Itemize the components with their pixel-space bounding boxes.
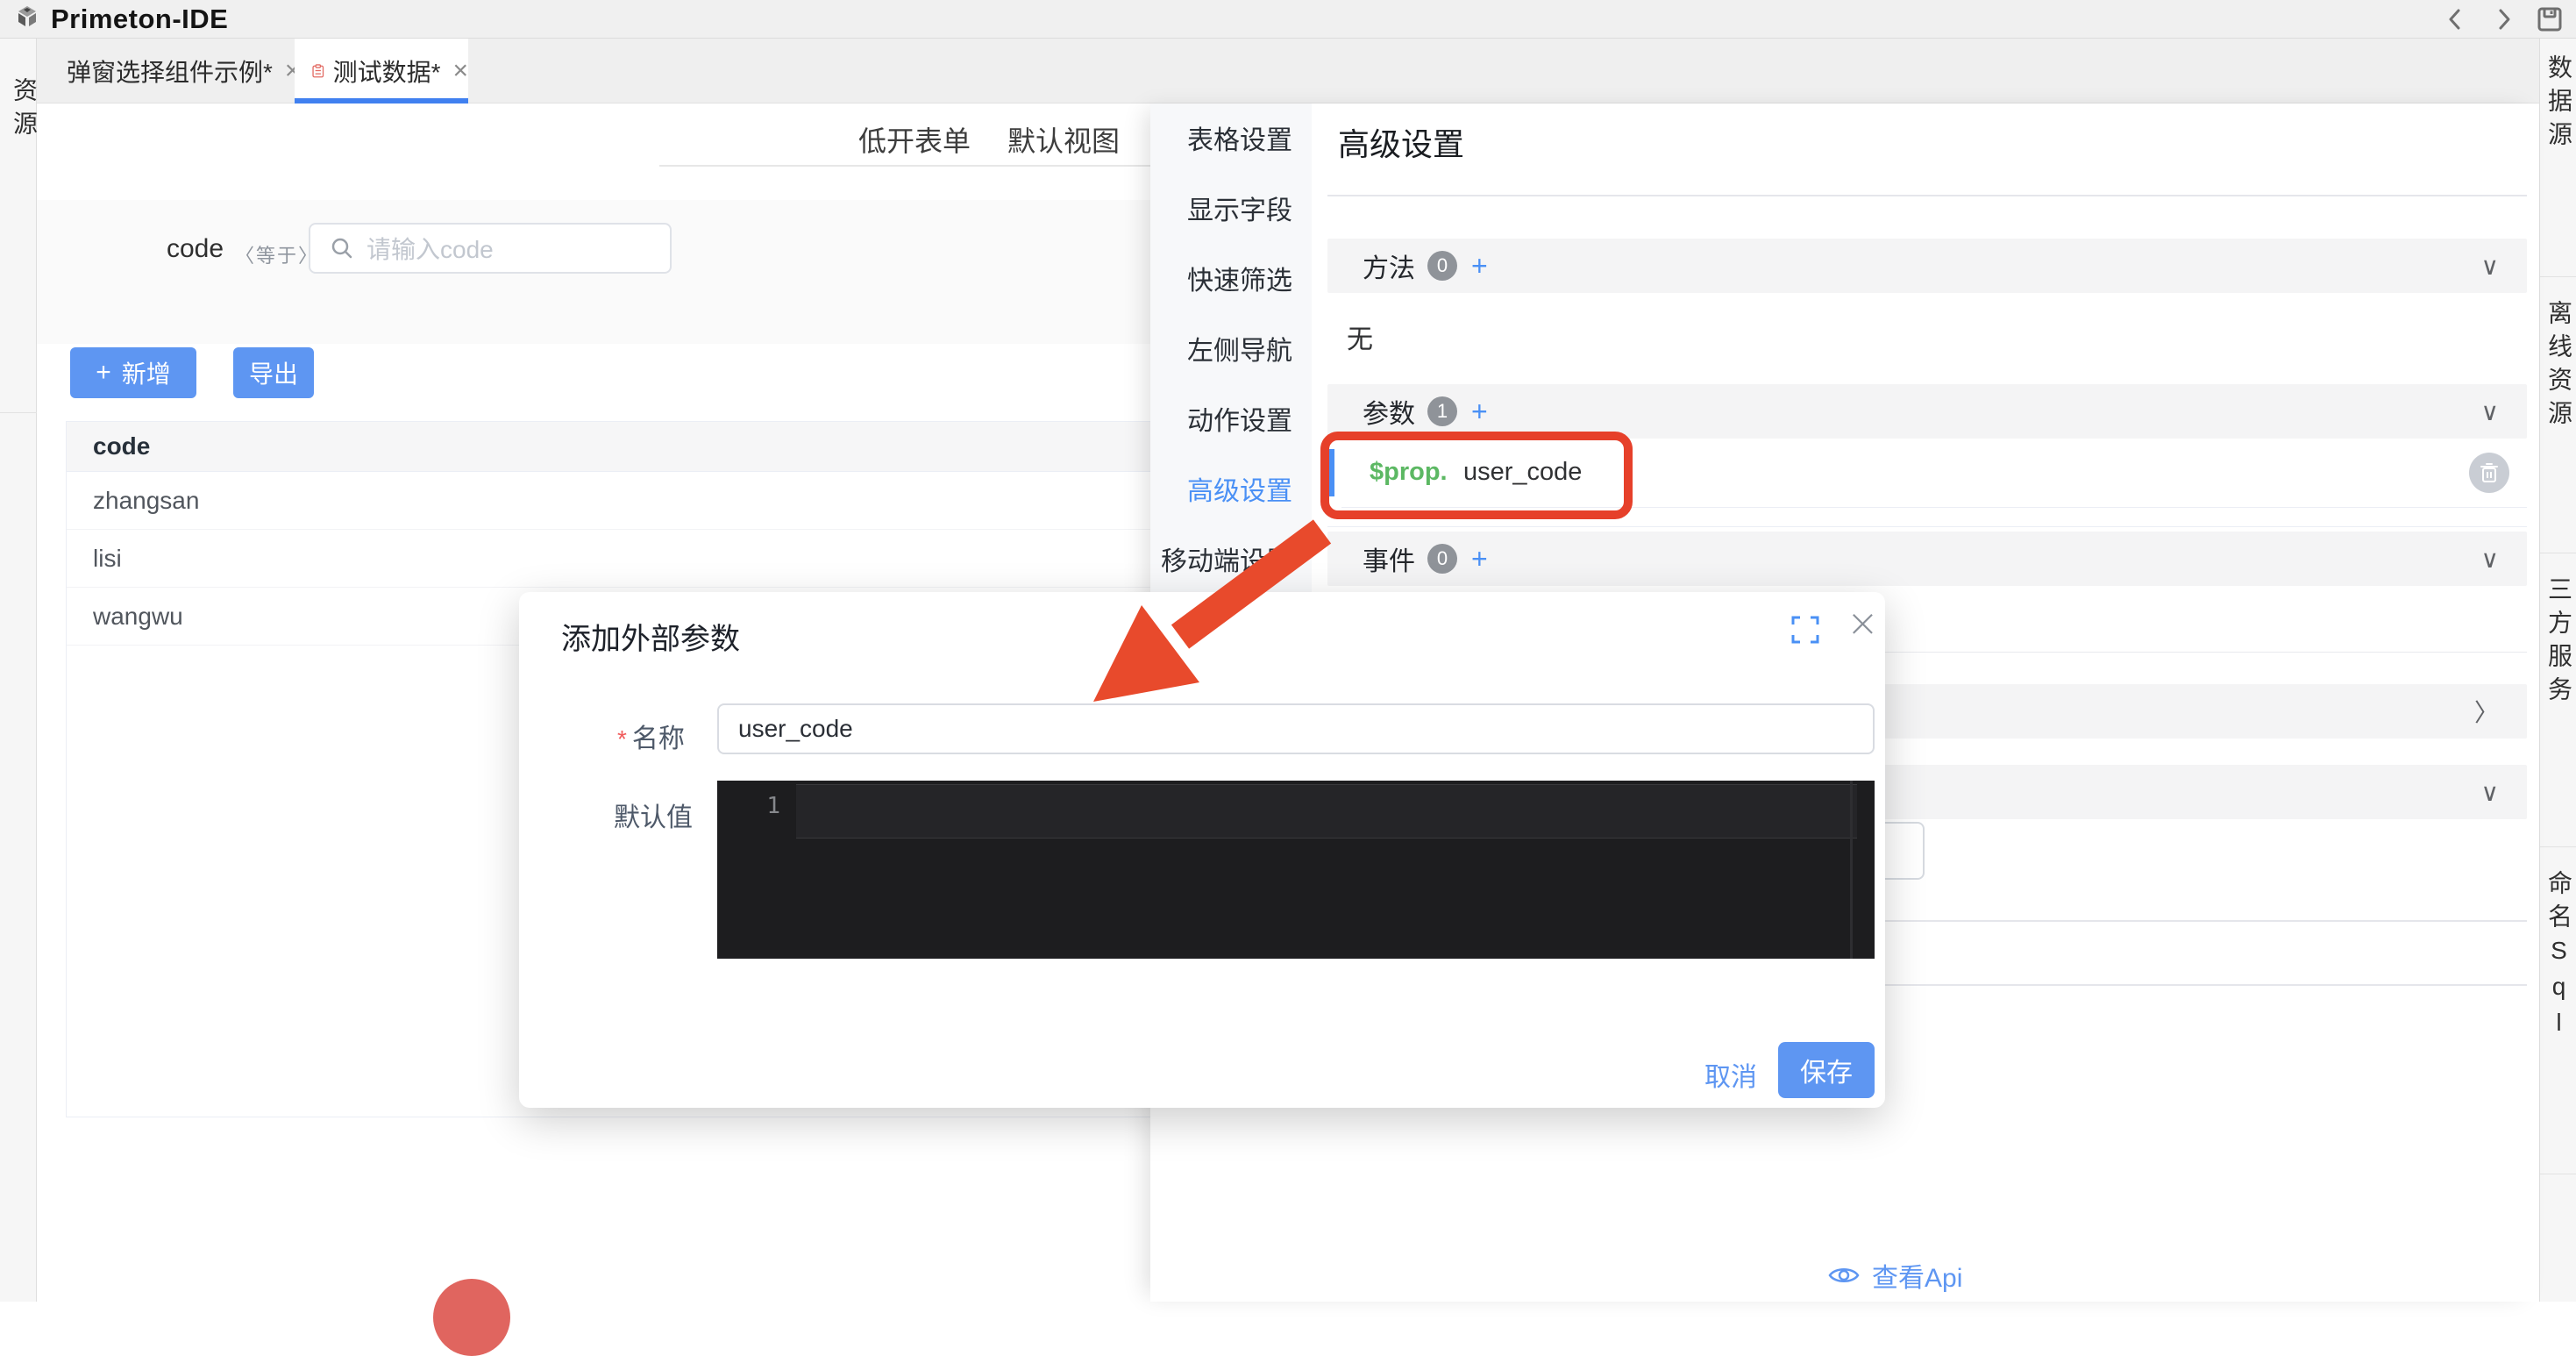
add-button[interactable]: + 新增 — [70, 347, 196, 398]
right-rail-item-third-party-services[interactable]: 三方服务 — [2540, 553, 2576, 846]
chevron-down-icon[interactable]: ∨ — [2481, 397, 2500, 426]
name-input[interactable]: user_code — [717, 703, 1875, 754]
right-rail-item-offline-resources[interactable]: 离线资源 — [2540, 276, 2576, 552]
chevron-down-icon[interactable]: ∨ — [2481, 778, 2500, 807]
menu-item-display-fields[interactable]: 显示字段 — [1187, 189, 1292, 227]
default-value-code-editor[interactable]: 1 — [717, 781, 1875, 959]
save-button[interactable]: 保存 — [1778, 1042, 1875, 1098]
plus-icon: + — [96, 358, 111, 388]
search-icon — [330, 236, 354, 260]
column-header-code[interactable]: code — [93, 422, 150, 471]
app-logo-icon — [12, 4, 42, 34]
divider — [1327, 526, 2527, 527]
divider — [1341, 507, 2527, 508]
add-external-param-modal: 添加外部参数 × *名称 user_code 默认值 1 取消 保存 — [519, 592, 1885, 1108]
view-tab-low-code-form[interactable]: 低开表单 — [858, 119, 971, 160]
count-badge: 0 — [1427, 251, 1457, 281]
filter-field-label: code — [167, 234, 224, 264]
param-prefix: $prop. — [1370, 458, 1448, 487]
add-param-icon[interactable]: + — [1471, 396, 1488, 428]
left-rail-item-resources[interactable]: 资源 — [6, 77, 41, 144]
document-icon — [312, 58, 324, 84]
chevron-down-icon[interactable]: ∨ — [2481, 252, 2500, 281]
section-event[interactable]: 事件 0 + ∨ — [1327, 532, 2527, 586]
view-api-link[interactable]: 查看Api — [1828, 1256, 1962, 1295]
right-rail-item-named-sql[interactable]: 命名Sql — [2540, 846, 2576, 1174]
delete-param-button[interactable] — [2469, 453, 2509, 493]
modal-title: 添加外部参数 — [561, 615, 740, 658]
cancel-button[interactable]: 取消 — [1704, 1055, 1757, 1094]
doc-tab-test-data[interactable]: 测试数据* × — [295, 39, 468, 103]
notification-badge-partial — [433, 1279, 510, 1356]
fullscreen-icon[interactable] — [1790, 615, 1820, 645]
right-rail-item-datasource[interactable]: 数据源 — [2540, 54, 2576, 275]
view-tab-default-view[interactable]: 默认视图 — [1007, 119, 1120, 160]
name-input-value: user_code — [738, 715, 853, 743]
app-title: Primeton-IDE — [51, 4, 228, 35]
editor-current-line — [796, 784, 1857, 839]
count-badge: 1 — [1427, 396, 1457, 426]
close-icon[interactable]: × — [452, 58, 468, 84]
method-empty-text: 无 — [1347, 318, 1373, 356]
chevron-down-icon[interactable]: ∨ — [2481, 545, 2500, 574]
menu-item-mobile-settings[interactable]: 移动端设置 — [1161, 539, 1292, 578]
add-method-icon[interactable]: + — [1471, 250, 1488, 282]
name-field-label: *名称 — [617, 717, 685, 755]
required-asterisk: * — [617, 725, 627, 753]
eye-icon — [1828, 1264, 1860, 1287]
panel-title: 高级设置 — [1338, 119, 1464, 165]
save-icon[interactable] — [2534, 4, 2565, 35]
right-rail: 数据源 离线资源 三方服务 命名Sql — [2539, 39, 2576, 1302]
doc-tab-label: 测试数据* — [333, 54, 441, 89]
divider — [1327, 195, 2527, 196]
menu-item-table-settings[interactable]: 表格设置 — [1187, 118, 1292, 157]
menu-item-quick-filter[interactable]: 快速筛选 — [1187, 259, 1292, 297]
editor-line-number: 1 — [749, 793, 780, 819]
menu-item-action-settings[interactable]: 动作设置 — [1187, 399, 1292, 438]
nav-back-icon[interactable] — [2439, 4, 2471, 35]
close-icon[interactable]: × — [1847, 604, 1879, 643]
left-rail: 资源 — [0, 39, 37, 1302]
param-list-item[interactable]: $prop. user_code — [1327, 439, 2527, 507]
filter-operator[interactable]: 〈等于〉 — [235, 240, 319, 268]
title-bar: Primeton-IDE — [0, 0, 2576, 39]
count-badge: 0 — [1427, 544, 1457, 574]
default-value-label: 默认值 — [614, 796, 693, 834]
chevron-right-icon[interactable]: 〉 — [2474, 694, 2499, 729]
param-accent-bar — [1327, 449, 1334, 496]
menu-item-advanced-settings[interactable]: 高级设置 — [1187, 469, 1292, 508]
editor-scrollbar[interactable] — [1850, 781, 1853, 959]
doc-tab-label: 弹窗选择组件示例* — [67, 54, 273, 89]
section-param[interactable]: 参数 1 + ∨ — [1327, 384, 2527, 439]
menu-item-left-navigation[interactable]: 左侧导航 — [1187, 329, 1292, 368]
export-button[interactable]: 导出 — [233, 347, 314, 398]
search-input[interactable]: 请输入code — [309, 223, 672, 274]
search-placeholder: 请输入code — [366, 231, 494, 266]
nav-forward-icon[interactable] — [2488, 4, 2520, 35]
add-event-icon[interactable]: + — [1471, 543, 1488, 575]
left-rail-divider — [0, 412, 37, 413]
doc-tab-popup-component-example[interactable]: 弹窗选择组件示例* × — [49, 39, 295, 103]
param-name: user_code — [1463, 458, 1582, 487]
section-method[interactable]: 方法 0 + ∨ — [1327, 239, 2527, 293]
document-tab-strip: 弹窗选择组件示例* × 测试数据* × — [37, 39, 2539, 103]
trash-icon — [2480, 462, 2499, 483]
